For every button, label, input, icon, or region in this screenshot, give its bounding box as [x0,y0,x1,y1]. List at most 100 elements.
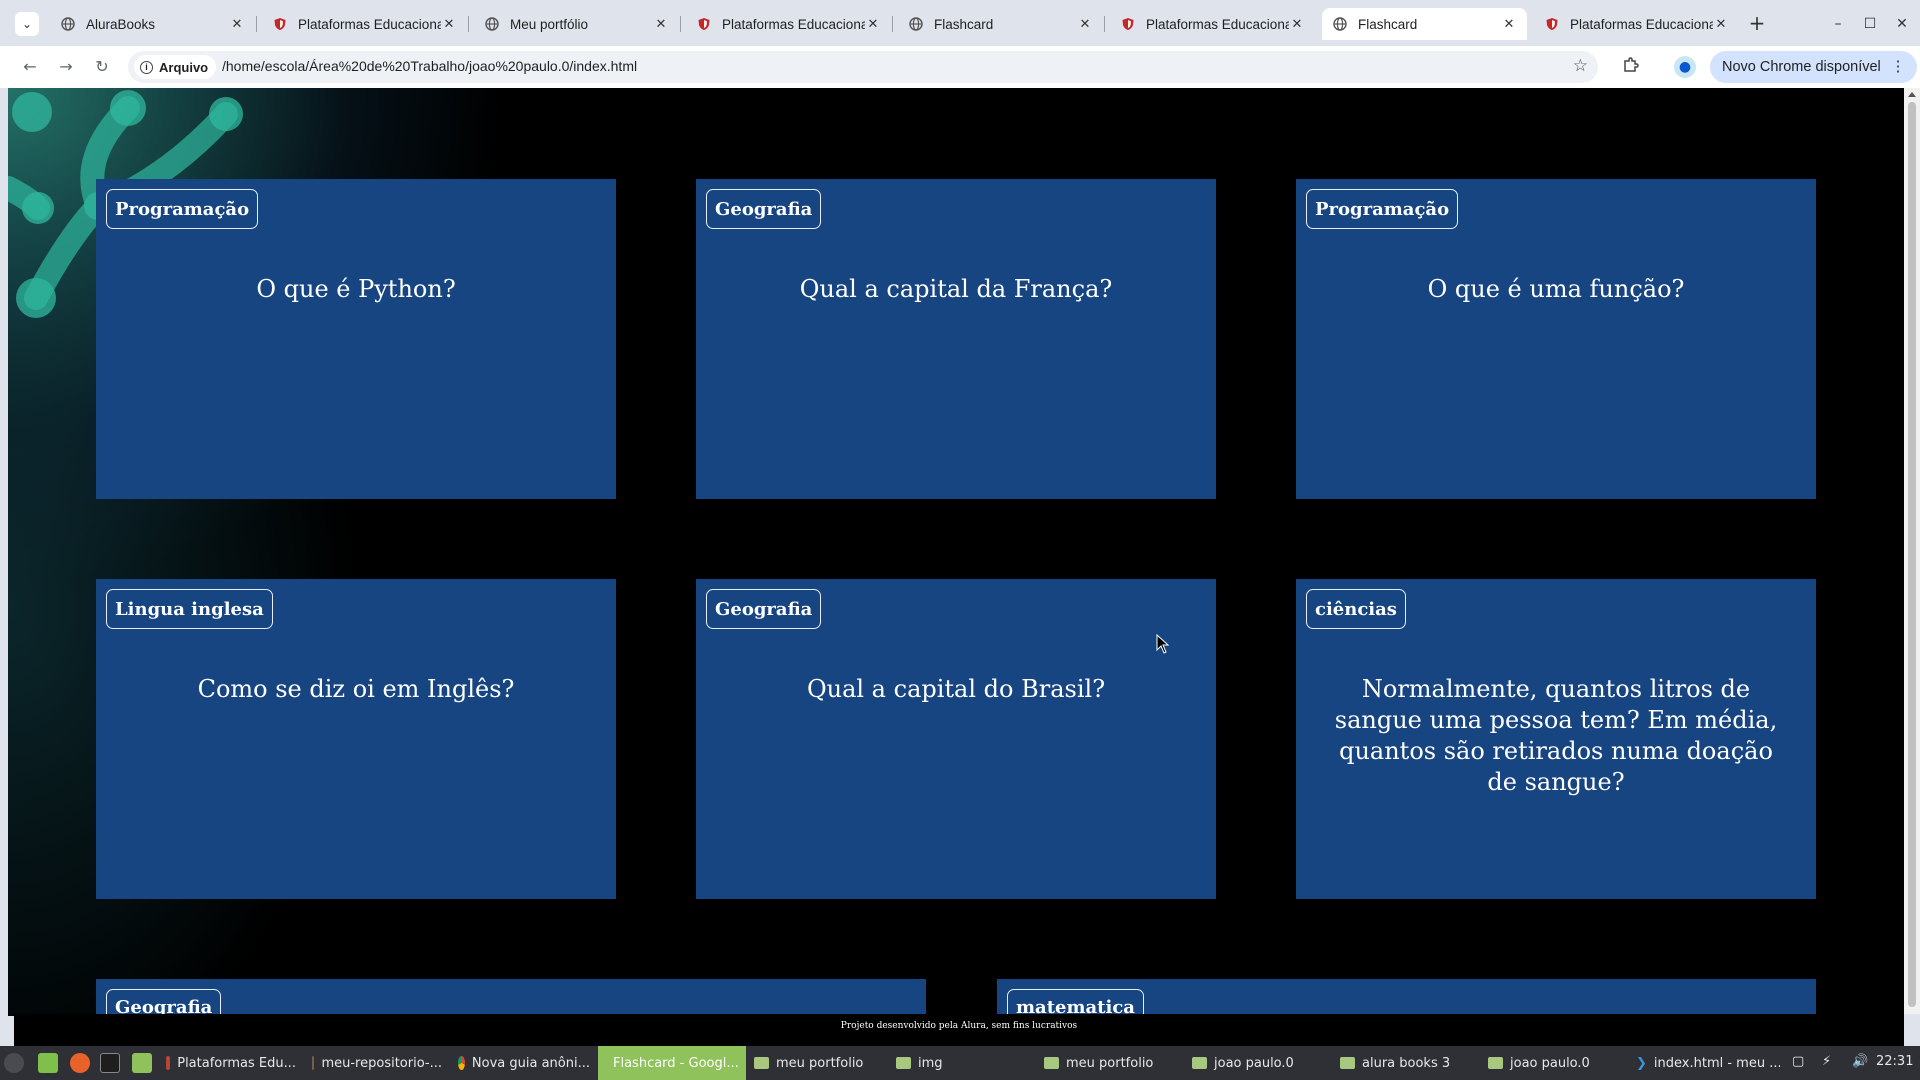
taskbar-item[interactable]: joao paulo.0 [1184,1046,1332,1080]
menu-launcher-icon[interactable] [4,1053,24,1073]
firefox-icon[interactable] [70,1053,90,1073]
globe-icon [484,16,500,32]
flashcard-question: O que é uma função? [1427,275,1685,303]
flashcard[interactable]: matematica [997,979,1816,1016]
tab[interactable]: Plataformas Educaciona ✕ [1534,8,1739,40]
flashcard[interactable]: Programação O que é uma função? [1296,179,1816,499]
terminal-icon[interactable] [100,1053,120,1073]
clock[interactable]: 22:31 [1876,1054,1913,1069]
globe-icon [60,16,76,32]
flashcard[interactable]: Programação O que é Python? [96,179,616,499]
reload-icon[interactable]: ↻ [90,55,114,79]
folder-icon [1340,1057,1355,1069]
close-icon[interactable]: ✕ [653,17,669,32]
flashcard[interactable]: Geografia [96,979,926,1016]
close-icon[interactable]: ✕ [1713,17,1729,32]
taskbar-item-label: img [918,1055,943,1071]
category-tag: Programação [106,189,259,229]
extensions-puzzle-icon[interactable] [1622,56,1642,76]
tab-title: Flashcard [1358,16,1418,32]
tab-title: Plataformas Educaciona [1146,16,1289,32]
files-icon[interactable] [132,1053,152,1073]
taskbar-item[interactable]: meu portfolio [746,1046,888,1080]
flashcard[interactable]: Lingua inglesa Como se diz oi em Inglês? [96,579,616,899]
vertical-scrollbar[interactable] [1904,88,1920,1014]
volume-icon[interactable]: 🔊 [1852,1054,1868,1069]
close-icon[interactable]: ✕ [441,17,457,32]
vscode-icon: ❯ [1636,1055,1647,1071]
tab-title: Plataformas Educaciona [722,16,865,32]
show-desktop-icon[interactable] [38,1053,58,1073]
chrome-update-label: Novo Chrome disponível [1722,59,1881,75]
new-tab-button[interactable]: + [1745,12,1769,36]
bookmark-star-icon[interactable]: ☆ [1573,56,1588,76]
flashcard[interactable]: Geografia Qual a capital do Brasil? [696,579,1216,899]
maximize-icon[interactable]: ☐ [1856,12,1884,36]
scrollbar-thumb[interactable] [1908,102,1916,1007]
url-text[interactable]: /home/escola/Área%20de%20Trabalho/joao%2… [222,58,637,74]
power-icon[interactable]: ⚡ [1822,1054,1831,1069]
category-tag: Geografia [706,589,822,629]
taskbar-item[interactable]: meu portfolio [1036,1046,1184,1080]
taskbar-item-label: Plataformas Edu... [177,1055,296,1071]
tab-separator [468,16,469,32]
minimize-icon[interactable]: – [1824,12,1852,36]
close-icon[interactable]: ✕ [865,17,881,32]
taskbar-item[interactable]: joao paulo.0 [1480,1046,1628,1080]
window-close-icon[interactable]: ✕ [1888,12,1916,36]
flashcard[interactable]: ciências Normalmente, quantos litros de … [1296,579,1816,899]
chrome-icon [458,1056,465,1070]
flashcard-question: Qual a capital da França? [799,275,1113,303]
forward-arrow-icon[interactable]: → [54,55,78,79]
close-icon[interactable]: ✕ [1501,17,1517,32]
globe-icon [1332,16,1348,32]
category-tag: Geografia [706,189,822,229]
tab[interactable]: AluraBooks ✕ [50,8,257,40]
flashcard[interactable]: Geografia Qual a capital da França? [696,179,1216,499]
taskbar-item[interactable]: alura books 3 [1332,1046,1480,1080]
browser-toolbar: ← → ↻ i Arquivo /home/escola/Área%20de%2… [0,46,1920,88]
folder-icon [896,1057,911,1069]
tab[interactable]: Plataformas Educaciona ✕ [262,8,469,40]
scroll-up-arrow-icon[interactable] [1908,92,1916,97]
close-icon[interactable]: ✕ [1289,17,1305,32]
tab-active[interactable]: Flashcard ✕ [1322,8,1527,40]
folder-icon [1192,1057,1207,1069]
taskbar-item[interactable]: ❯ index.html - meu ... [1628,1046,1780,1080]
footer-text: Projeto desenvolvido pela Alura, sem fin… [840,1021,1078,1031]
flashcard-question: Normalmente, quantos litros de sangue um… [1334,675,1778,796]
tab-title: Plataformas Educaciona [1570,16,1713,32]
chrome-update-button[interactable]: Novo Chrome disponível ⋮ [1710,51,1918,83]
close-icon[interactable]: ✕ [229,17,245,32]
taskbar-item-label: joao paulo.0 [1510,1055,1590,1071]
flashcard-question: Como se diz oi em Inglês? [197,675,515,703]
tab-search-button[interactable]: ⌄ [15,12,39,36]
address-bar[interactable]: i Arquivo /home/escola/Área%20de%20Traba… [128,51,1598,83]
tab[interactable]: Meu portfólio ✕ [474,8,681,40]
kebab-menu-icon[interactable]: ⋮ [1891,59,1906,75]
page-footer-bar: Projeto desenvolvido pela Alura, sem fin… [14,1014,1904,1046]
site-info-label: Arquivo [159,59,209,75]
window-list-icon[interactable]: ▢ [1792,1054,1804,1069]
tab-title: Flashcard [934,16,994,32]
category-tag: Programação [1306,189,1459,229]
tab-separator [680,16,681,32]
tab-separator [256,16,257,32]
site-info-chip[interactable]: i Arquivo [134,55,217,79]
back-arrow-icon[interactable]: ← [18,55,42,79]
close-icon[interactable]: ✕ [1077,17,1093,32]
taskbar-item-active[interactable]: Flashcard - Googl... [598,1046,746,1080]
tab[interactable]: Plataformas Educaciona ✕ [686,8,893,40]
mouse-pointer-icon [1156,634,1170,654]
taskbar-item[interactable]: meu-repositorio-... [304,1046,450,1080]
taskbar-item-label: joao paulo.0 [1214,1055,1294,1071]
profile-avatar-icon[interactable]: ● [1674,56,1696,78]
folder-icon [1044,1057,1059,1069]
tab[interactable]: Plataformas Educaciona ✕ [1110,8,1315,40]
os-taskbar: Plataformas Edu... meu-repositorio-... N… [0,1046,1920,1080]
taskbar-item-label: meu portfolio [776,1055,864,1071]
taskbar-item[interactable]: Nova guia anôni... [450,1046,598,1080]
taskbar-item[interactable]: Plataformas Edu... [158,1046,304,1080]
taskbar-item[interactable]: img [888,1046,1030,1080]
tab[interactable]: Flashcard ✕ [898,8,1105,40]
